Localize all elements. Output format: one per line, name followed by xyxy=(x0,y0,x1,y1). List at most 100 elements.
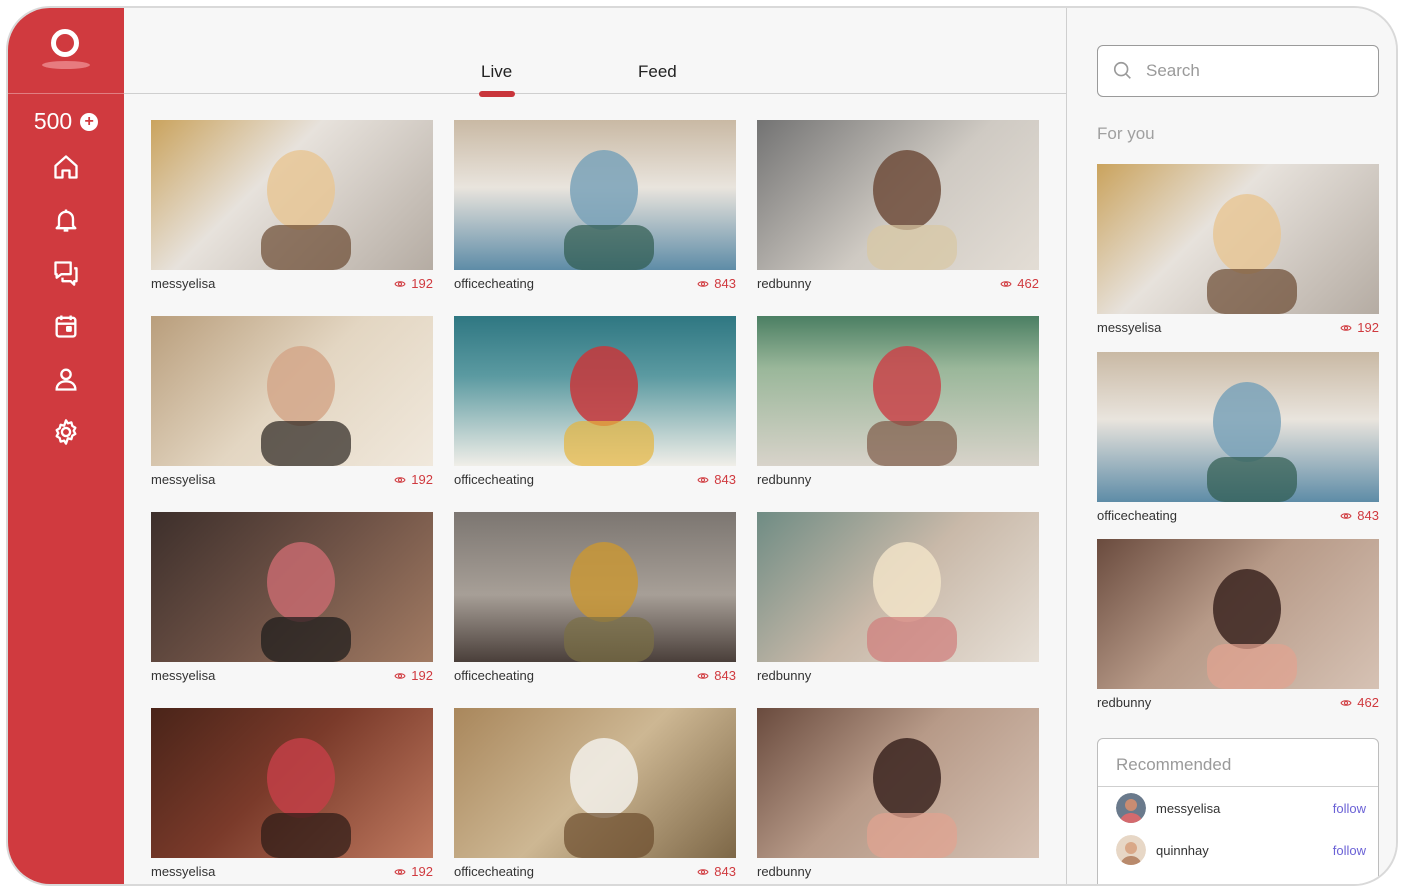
stream-thumbnail[interactable] xyxy=(757,708,1039,858)
card-meta: messyelisa 192 xyxy=(151,864,433,879)
card-username[interactable]: redbunny xyxy=(757,276,811,291)
stream-thumbnail[interactable] xyxy=(151,120,433,270)
credits-value: 500 xyxy=(33,108,73,134)
view-count: 192 xyxy=(394,864,433,879)
card-username[interactable]: messyelisa xyxy=(1097,320,1161,335)
add-credits-button[interactable]: + xyxy=(80,112,99,131)
view-count: 192 xyxy=(1340,320,1379,335)
calendar-icon xyxy=(55,315,77,338)
eye-icon xyxy=(394,476,406,483)
recommended-row: messyelisa follow xyxy=(1098,787,1378,829)
live-stream-card[interactable]: officecheating 843 xyxy=(454,316,736,487)
sidebar-item-notifications[interactable] xyxy=(46,200,86,240)
stream-thumbnail[interactable] xyxy=(454,316,736,466)
eye-icon xyxy=(1340,512,1352,519)
eye-icon xyxy=(697,476,709,483)
view-count: 843 xyxy=(1340,508,1379,523)
card-username[interactable]: redbunny xyxy=(757,668,811,683)
stream-thumbnail[interactable] xyxy=(1097,539,1379,689)
view-count-value: 192 xyxy=(1357,320,1379,335)
eye-icon xyxy=(697,672,709,679)
recommended-heading: Recommended xyxy=(1098,739,1378,787)
live-stream-card[interactable]: officecheating 843 xyxy=(454,120,736,291)
eye-icon xyxy=(1340,699,1352,706)
tab-feed[interactable]: Feed xyxy=(638,62,677,82)
live-stream-card[interactable]: redbunny xyxy=(757,316,1039,487)
live-stream-card[interactable]: messyelisa 192 xyxy=(151,512,433,683)
tab-live[interactable]: Live xyxy=(481,62,512,82)
sidebar-item-messages[interactable] xyxy=(46,253,86,293)
live-stream-card[interactable]: messyelisa 192 xyxy=(151,316,433,487)
avatar[interactable] xyxy=(1116,793,1146,823)
app-logo[interactable] xyxy=(38,27,94,75)
for-you-card[interactable]: messyelisa 192 xyxy=(1097,164,1379,335)
card-username[interactable]: redbunny xyxy=(757,864,811,879)
card-meta: redbunny xyxy=(757,668,1039,683)
card-username[interactable]: officecheating xyxy=(454,668,534,683)
follow-button[interactable]: follow xyxy=(1333,843,1366,858)
live-stream-card[interactable]: messyelisa 192 xyxy=(151,708,433,879)
card-username[interactable]: officecheating xyxy=(454,276,534,291)
stream-thumbnail[interactable] xyxy=(454,120,736,270)
sidebar-item-home[interactable] xyxy=(46,147,86,187)
live-stream-card[interactable]: redbunny 462 xyxy=(757,120,1039,291)
chat-icon xyxy=(54,261,78,286)
stream-thumbnail[interactable] xyxy=(757,512,1039,662)
card-username[interactable]: officecheating xyxy=(454,864,534,879)
stream-thumbnail[interactable] xyxy=(1097,352,1379,502)
stream-thumbnail[interactable] xyxy=(757,316,1039,466)
eye-icon xyxy=(394,868,406,875)
view-count-value: 192 xyxy=(411,276,433,291)
live-stream-card[interactable]: redbunny xyxy=(757,708,1039,879)
stream-thumbnail[interactable] xyxy=(757,120,1039,270)
bell-icon xyxy=(55,209,77,232)
stream-thumbnail[interactable] xyxy=(151,512,433,662)
stream-thumbnail[interactable] xyxy=(454,708,736,858)
recommended-username[interactable]: quinnhay xyxy=(1156,843,1333,858)
live-stream-card[interactable]: officecheating 843 xyxy=(454,512,736,683)
live-stream-card[interactable]: redbunny xyxy=(757,512,1039,683)
sidebar-item-calendar[interactable] xyxy=(46,306,86,346)
for-you-card[interactable]: redbunny 462 xyxy=(1097,539,1379,710)
search-icon xyxy=(1113,61,1131,79)
recommended-username[interactable]: messyelisa xyxy=(1156,801,1333,816)
eye-icon xyxy=(1000,280,1012,287)
card-meta: redbunny xyxy=(757,472,1039,487)
stream-thumbnail[interactable] xyxy=(454,512,736,662)
view-count-value: 843 xyxy=(714,864,736,879)
search-input[interactable] xyxy=(1146,61,1356,81)
sidebar-item-settings[interactable] xyxy=(46,412,86,452)
search-box[interactable] xyxy=(1097,45,1379,97)
card-username[interactable]: officecheating xyxy=(454,472,534,487)
card-meta: redbunny xyxy=(757,864,1039,879)
home-icon xyxy=(54,155,78,179)
live-stream-card[interactable]: messyelisa 192 xyxy=(151,120,433,291)
for-you-card[interactable]: officecheating 843 xyxy=(1097,352,1379,523)
recommended-panel: Recommended messyelisa follow quinnhay f… xyxy=(1097,738,1379,884)
view-count-value: 843 xyxy=(1357,508,1379,523)
view-count: 192 xyxy=(394,472,433,487)
view-count-value: 192 xyxy=(411,472,433,487)
card-username[interactable]: redbunny xyxy=(1097,695,1151,710)
stream-thumbnail[interactable] xyxy=(1097,164,1379,314)
sidebar-item-profile[interactable] xyxy=(46,359,86,399)
card-username[interactable]: redbunny xyxy=(757,472,811,487)
view-count: 843 xyxy=(697,276,736,291)
card-username[interactable]: messyelisa xyxy=(151,864,215,879)
card-meta: redbunny 462 xyxy=(1097,695,1379,710)
card-username[interactable]: messyelisa xyxy=(151,472,215,487)
eye-icon xyxy=(1340,324,1352,331)
live-stream-card[interactable]: officecheating 843 xyxy=(454,708,736,879)
view-count-value: 462 xyxy=(1017,276,1039,291)
follow-button[interactable]: follow xyxy=(1333,801,1366,816)
card-username[interactable]: messyelisa xyxy=(151,276,215,291)
card-meta: officecheating 843 xyxy=(454,668,736,683)
card-username[interactable]: officecheating xyxy=(1097,508,1177,523)
avatar[interactable] xyxy=(1116,835,1146,865)
stream-thumbnail[interactable] xyxy=(151,708,433,858)
stream-thumbnail[interactable] xyxy=(151,316,433,466)
view-count: 192 xyxy=(394,276,433,291)
view-count-value: 843 xyxy=(714,472,736,487)
eye-icon xyxy=(697,868,709,875)
card-username[interactable]: messyelisa xyxy=(151,668,215,683)
